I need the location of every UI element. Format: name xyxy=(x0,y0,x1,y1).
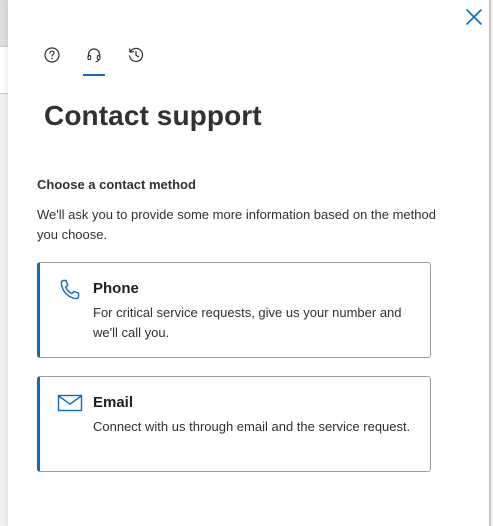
page-title: Contact support xyxy=(44,100,262,131)
support-tabs xyxy=(40,44,148,78)
support-flyout-stage: Contact support Choose a contact method … xyxy=(0,0,493,526)
support-panel: Contact support Choose a contact method … xyxy=(8,0,491,526)
contact-method-description: We'll ask you to provide some more infor… xyxy=(37,207,436,242)
contact-method-email[interactable]: Email Connect with us through email and … xyxy=(37,376,431,472)
phone-title: Phone xyxy=(93,280,139,297)
contact-method-phone[interactable]: Phone For critical service requests, giv… xyxy=(37,262,431,358)
history-icon xyxy=(129,47,144,62)
email-description: Connect with us through email and the se… xyxy=(93,419,411,434)
tab-history[interactable] xyxy=(124,44,148,78)
mail-icon xyxy=(57,394,83,412)
panel-scroll-edge xyxy=(489,0,491,526)
email-title: Email xyxy=(93,394,134,411)
background-page-edge xyxy=(0,0,8,526)
contact-method-heading: Choose a contact method xyxy=(37,177,196,192)
phone-icon xyxy=(60,279,80,300)
tab-contact-support[interactable] xyxy=(82,44,106,78)
headset-icon xyxy=(87,48,101,63)
help-circle-icon xyxy=(44,47,60,63)
close-button[interactable] xyxy=(463,6,485,28)
phone-description: For critical service requests, give us y… xyxy=(93,305,402,340)
close-icon xyxy=(466,9,482,25)
tab-help[interactable] xyxy=(40,44,64,78)
